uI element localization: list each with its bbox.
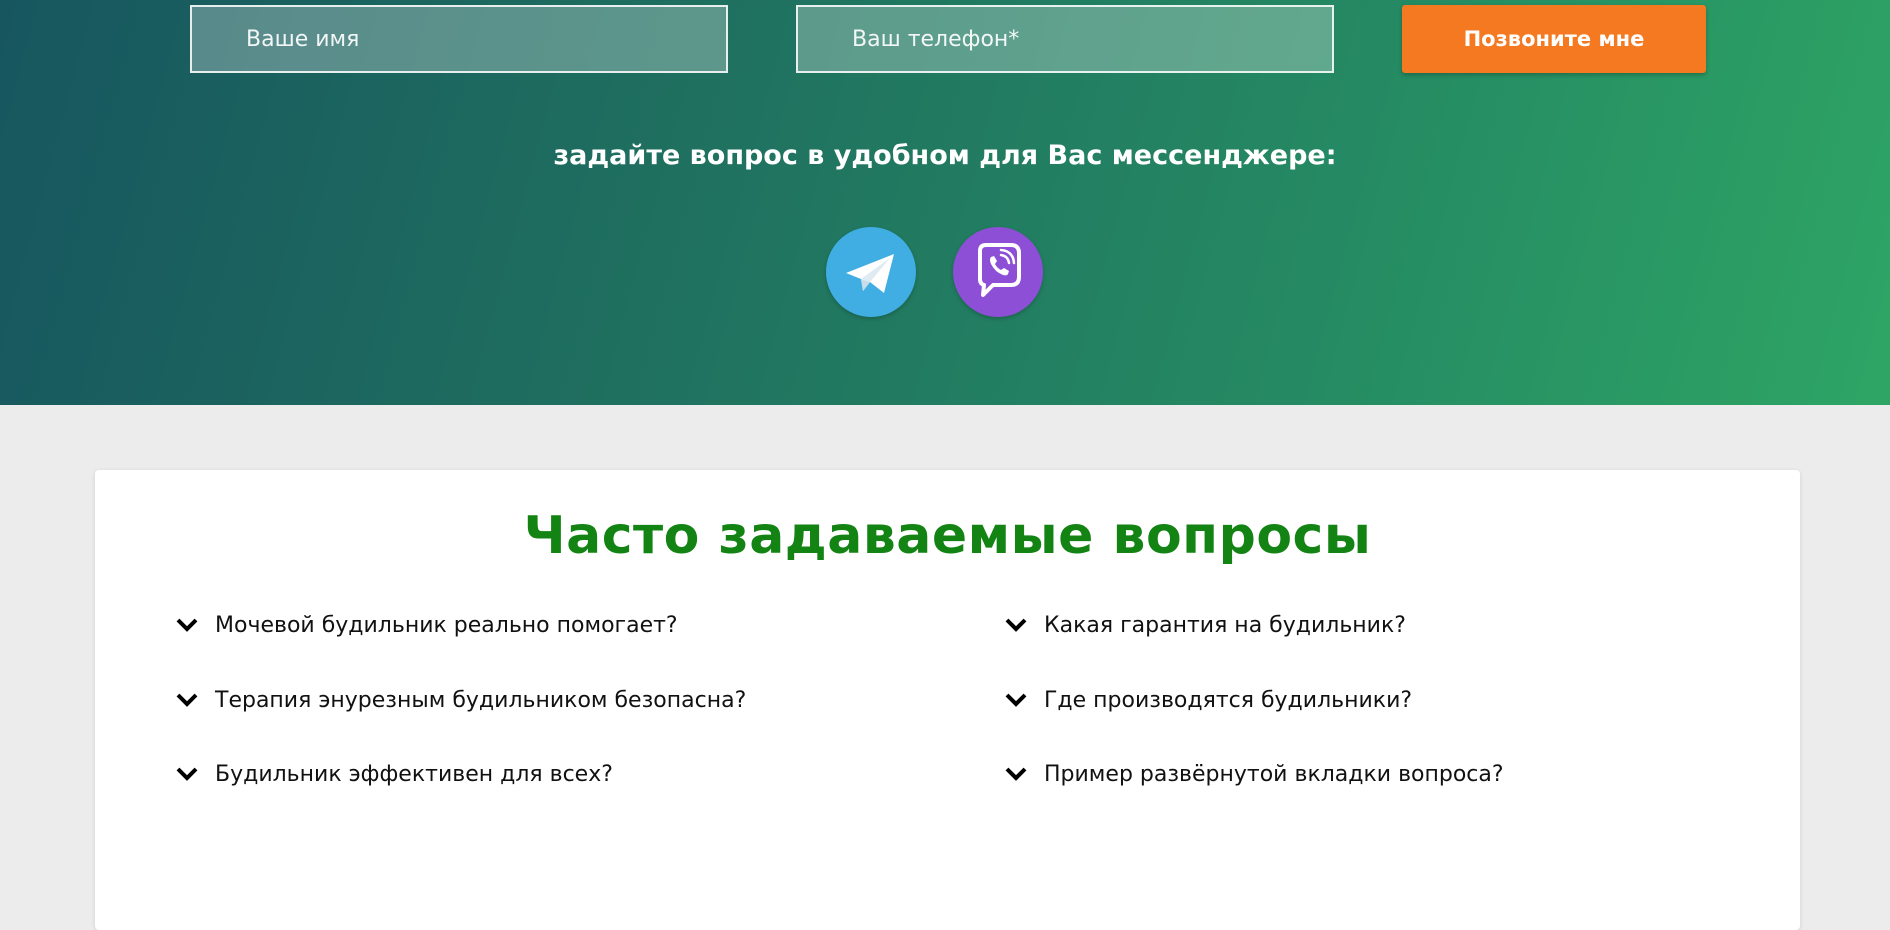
faq-card: Часто задаваемые вопросы Мочевой будильн… [95,470,1800,930]
faq-title: Часто задаваемые вопросы [523,506,1372,566]
faq-question: Где производятся будильники? [1044,687,1413,713]
faq-question: Будильник эффективен для всех? [215,761,613,787]
faq-item[interactable]: Где производятся будильники? [1004,680,1412,720]
chevron-down-icon [1005,693,1027,707]
faq-question: Пример развёрнутой вкладки вопроса? [1044,761,1504,787]
chevron-down-icon [1005,618,1027,632]
faq-question: Мочевой будильник реально помогает? [215,612,678,638]
viber-icon[interactable] [953,227,1043,317]
faq-item[interactable]: Терапия энурезным будильником безопасна? [175,680,746,720]
chevron-down-icon [176,693,198,707]
name-field-wrapper [190,5,728,73]
chevron-down-icon [176,767,198,781]
faq-item[interactable]: Будильник эффективен для всех? [175,754,613,794]
name-input[interactable] [192,7,726,71]
phone-field-wrapper [796,5,1334,73]
faq-question: Какая гарантия на будильник? [1044,612,1406,638]
contact-section: Позвоните мне задайте вопрос в удобном д… [0,0,1890,405]
chevron-down-icon [1005,767,1027,781]
telegram-icon[interactable] [826,227,916,317]
faq-item[interactable]: Пример развёрнутой вкладки вопроса? [1004,754,1504,794]
faq-item[interactable]: Мочевой будильник реально помогает? [175,605,678,645]
faq-item[interactable]: Какая гарантия на будильник? [1004,605,1406,645]
messenger-title: задайте вопрос в удобном для Вас мессенд… [553,140,1337,171]
phone-input[interactable] [798,7,1332,71]
call-me-button[interactable]: Позвоните мне [1402,5,1706,73]
chevron-down-icon [176,618,198,632]
faq-question: Терапия энурезным будильником безопасна? [215,687,747,713]
